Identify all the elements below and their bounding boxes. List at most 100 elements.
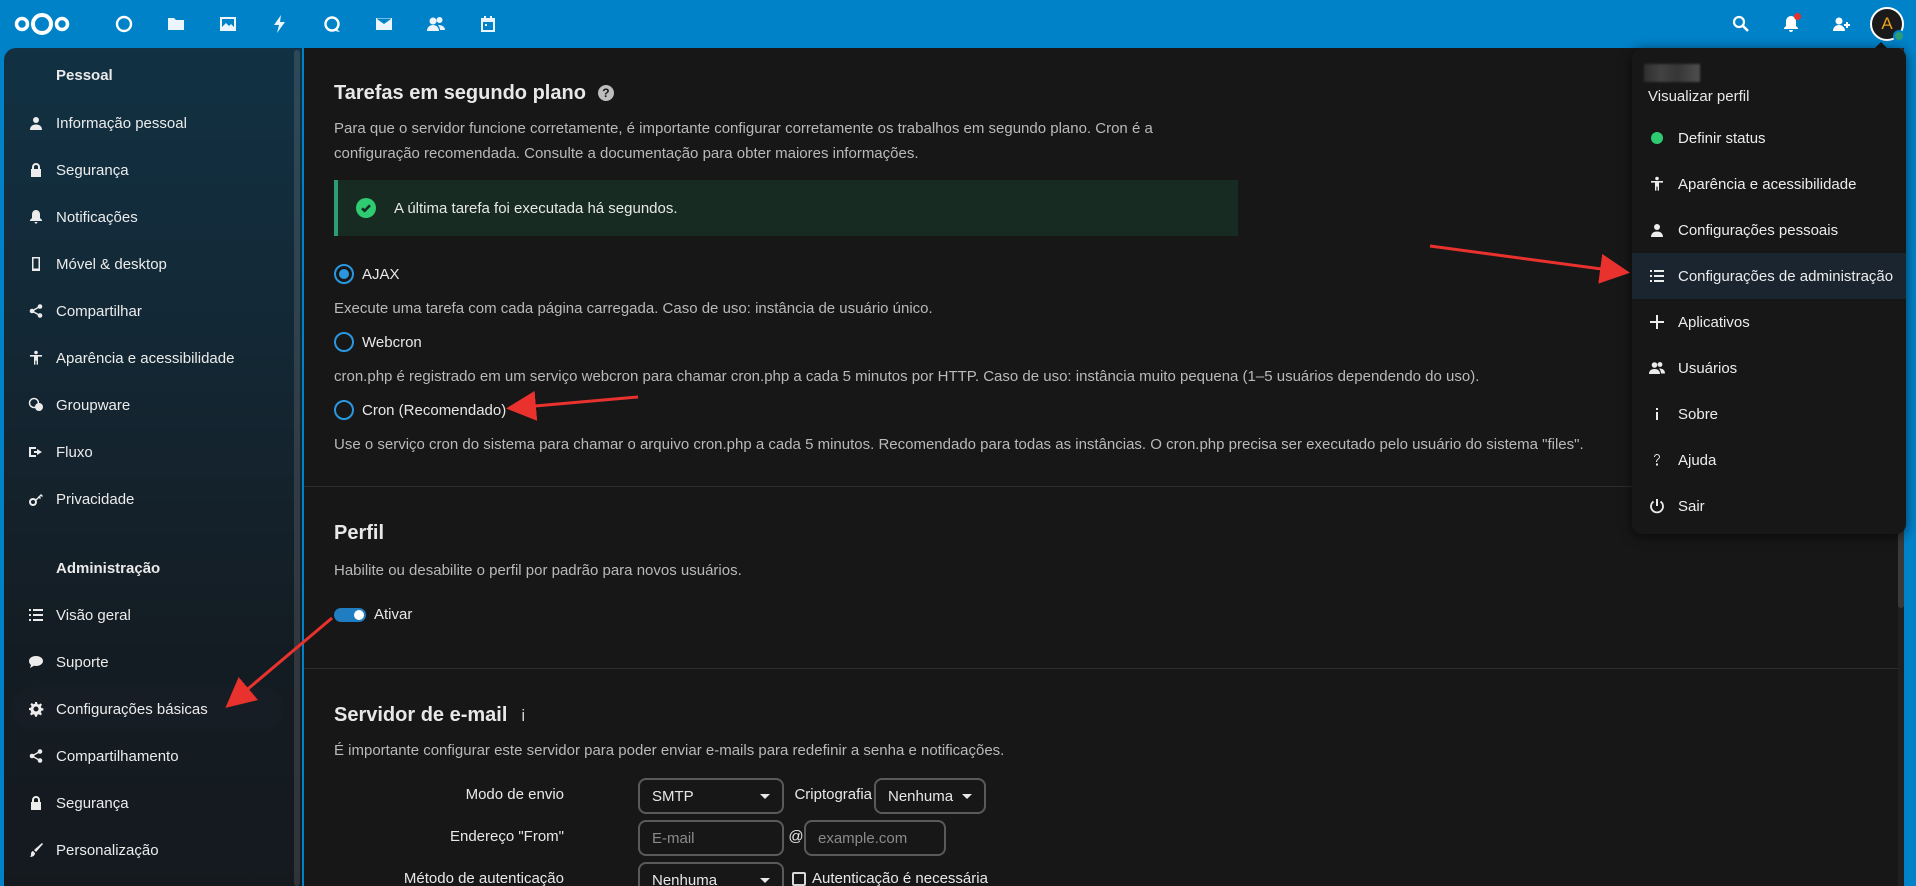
toggle-switch[interactable] bbox=[334, 607, 366, 622]
sidebar-item-label: Fluxo bbox=[56, 443, 93, 461]
notification-dot bbox=[1794, 13, 1801, 20]
sidebar-item-personal-info[interactable]: Informação pessoal bbox=[12, 101, 284, 145]
sidebar-item-theming[interactable]: Personalização bbox=[12, 828, 284, 872]
user-avatar[interactable]: A bbox=[1870, 7, 1905, 42]
info-icon[interactable]: i bbox=[521, 706, 525, 726]
flow-icon bbox=[16, 430, 56, 474]
sidebar-item-label: Aparência e acessibilidade bbox=[56, 349, 235, 367]
files-icon[interactable] bbox=[150, 12, 202, 36]
toggle-label: Ativar bbox=[374, 606, 413, 623]
section-divider bbox=[304, 668, 1898, 669]
blurred-username bbox=[1644, 64, 1700, 82]
radio-button[interactable] bbox=[334, 332, 354, 352]
menu-item-appearance[interactable]: Aparência e acessibilidade bbox=[1632, 161, 1906, 207]
sidebar-item-label: Visão geral bbox=[56, 606, 131, 624]
sidebar-item-label: Configurações básicas bbox=[56, 700, 208, 718]
top-header: A bbox=[0, 0, 1916, 48]
menu-item-admin-settings[interactable]: Configurações de administração bbox=[1632, 253, 1906, 299]
menu-item-label: Configurações de administração bbox=[1678, 267, 1894, 285]
from-email-input[interactable]: E-mail bbox=[638, 820, 784, 856]
user-menu-dropdown: Visualizar perfil Definir status Aparênc… bbox=[1632, 48, 1906, 534]
sidebar-item-appearance[interactable]: Aparência e acessibilidade bbox=[12, 336, 284, 380]
radio-label: Webcron bbox=[362, 333, 422, 351]
power-icon bbox=[1636, 498, 1678, 514]
mail-icon[interactable] bbox=[358, 12, 410, 36]
accessibility-icon bbox=[1636, 176, 1678, 192]
activity-icon[interactable] bbox=[254, 12, 306, 36]
auth-method-select[interactable]: Nenhuma bbox=[638, 862, 784, 886]
menu-item-logout[interactable]: Sair bbox=[1632, 483, 1906, 529]
radio-webcron[interactable]: Webcron bbox=[334, 332, 422, 352]
status-message: A última tarefa foi executada há segundo… bbox=[394, 199, 678, 217]
auth-method-label: Método de autenticação bbox=[403, 870, 564, 886]
photos-icon[interactable] bbox=[202, 12, 254, 36]
sidebar-item-flow[interactable]: Fluxo bbox=[12, 430, 284, 474]
radio-button[interactable] bbox=[334, 400, 354, 420]
encryption-label: Criptografia bbox=[794, 786, 872, 803]
sidebar-item-security[interactable]: Segurança bbox=[12, 148, 284, 192]
menu-item-users[interactable]: Usuários bbox=[1632, 345, 1906, 391]
sidebar-item-basic-settings[interactable]: Configurações básicas bbox=[12, 687, 284, 731]
send-mode-select[interactable]: SMTP bbox=[638, 778, 784, 814]
sidebar-item-security-admin[interactable]: Segurança bbox=[12, 781, 284, 825]
cron-description: Use o serviço cron do sistema para chama… bbox=[334, 436, 1584, 453]
encryption-select[interactable]: Nenhuma bbox=[874, 778, 986, 814]
sidebar-item-mobile-desktop[interactable]: Móvel & desktop bbox=[12, 242, 284, 286]
help-icon[interactable]: ? bbox=[597, 85, 614, 101]
sidebar-item-label: Móvel & desktop bbox=[56, 255, 167, 273]
brush-icon bbox=[16, 828, 56, 872]
menu-item-label: Definir status bbox=[1678, 129, 1766, 147]
background-jobs-title: Tarefas em segundo plano? bbox=[334, 82, 614, 105]
background-jobs-description: Para que o servidor funcione corretament… bbox=[334, 120, 1153, 162]
from-address-label: Endereço "From" bbox=[449, 828, 564, 845]
menu-item-label: Sair bbox=[1678, 497, 1705, 515]
nextcloud-logo[interactable] bbox=[12, 10, 72, 38]
settings-sidebar: Pessoal Informação pessoal Segurança Not… bbox=[4, 48, 302, 886]
profile-title: Perfil bbox=[334, 522, 385, 544]
chevron-down-icon bbox=[760, 794, 770, 799]
contacts-menu-icon[interactable] bbox=[1816, 0, 1866, 48]
sidebar-item-overview[interactable]: Visão geral bbox=[12, 593, 284, 637]
sidebar-item-groupware[interactable]: Groupware bbox=[12, 383, 284, 427]
sidebar-scrollbar[interactable] bbox=[294, 50, 300, 886]
talk-icon[interactable] bbox=[306, 12, 358, 36]
section-admin-title: Administração bbox=[56, 560, 161, 577]
calendar-icon[interactable] bbox=[462, 12, 514, 36]
email-description: É importante configurar este servidor pa… bbox=[334, 742, 1005, 759]
lock-icon bbox=[16, 148, 56, 192]
menu-item-label: Sobre bbox=[1678, 405, 1719, 423]
search-icon[interactable] bbox=[1716, 0, 1766, 48]
contacts-icon[interactable] bbox=[410, 12, 462, 36]
last-job-status: A última tarefa foi executada há segundo… bbox=[334, 180, 1238, 236]
radio-button[interactable] bbox=[334, 264, 354, 284]
menu-item-about[interactable]: Sobre bbox=[1632, 391, 1906, 437]
section-personal-title: Pessoal bbox=[56, 67, 113, 84]
auth-required-checkbox[interactable] bbox=[792, 872, 806, 886]
status-dot-icon bbox=[1651, 132, 1663, 144]
menu-item-personal-settings[interactable]: Configurações pessoais bbox=[1632, 207, 1906, 253]
email-server-title: Servidor de e-mail i bbox=[334, 704, 526, 726]
sidebar-item-sharing[interactable]: Compartilhar bbox=[12, 289, 284, 333]
radio-cron[interactable]: Cron (Recomendado) bbox=[334, 400, 506, 420]
sidebar-item-privacy[interactable]: Privacidade bbox=[12, 477, 284, 521]
sidebar-item-support[interactable]: Suporte bbox=[12, 640, 284, 684]
menu-item-help[interactable]: Ajuda bbox=[1632, 437, 1906, 483]
menu-item-set-status[interactable]: Definir status bbox=[1632, 115, 1906, 161]
chevron-down-icon bbox=[962, 794, 972, 799]
from-domain-input[interactable]: example.com bbox=[804, 820, 946, 856]
dashboard-icon[interactable] bbox=[98, 12, 150, 36]
profile-enable-toggle[interactable]: Ativar bbox=[334, 606, 412, 623]
sidebar-item-notifications[interactable]: Notificações bbox=[12, 195, 284, 239]
chevron-down-icon bbox=[760, 878, 770, 883]
view-profile-link[interactable]: Visualizar perfil bbox=[1648, 88, 1749, 105]
sidebar-item-sharing-admin[interactable]: Compartilhamento bbox=[12, 734, 284, 778]
notifications-bell-icon[interactable] bbox=[1766, 0, 1816, 48]
webcron-description: cron.php é registrado em um serviço webc… bbox=[334, 368, 1480, 385]
radio-ajax[interactable]: AJAX bbox=[334, 264, 400, 284]
avatar-letter: A bbox=[1881, 14, 1893, 33]
key-icon bbox=[16, 477, 56, 521]
radio-label: AJAX bbox=[362, 265, 400, 283]
radio-label: Cron (Recomendado) bbox=[362, 401, 507, 419]
menu-item-apps[interactable]: Aplicativos bbox=[1632, 299, 1906, 345]
groupware-icon bbox=[16, 383, 56, 427]
